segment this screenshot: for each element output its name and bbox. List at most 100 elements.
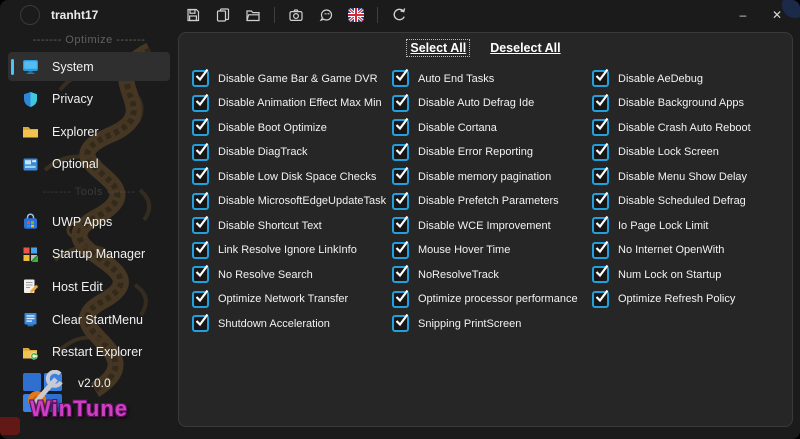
checkbox-checked[interactable] xyxy=(192,142,209,161)
minimize-button[interactable]: – xyxy=(726,2,760,28)
checkbox-checked[interactable] xyxy=(592,289,609,308)
checkbox-checked[interactable] xyxy=(192,264,209,283)
checkbox-checked[interactable] xyxy=(592,166,609,185)
checkbox-checked[interactable] xyxy=(192,117,209,136)
checkbox-checked[interactable] xyxy=(592,191,609,210)
tweak-checkbox-row[interactable]: Disable Background Apps xyxy=(592,93,792,112)
tweak-checkbox-row[interactable]: Optimize processor performance xyxy=(392,289,592,308)
sidebar-footer: v2.0.0 WinTune xyxy=(0,368,178,436)
sidebar-item-optional[interactable]: Optional xyxy=(8,150,170,180)
checkbox-checked[interactable] xyxy=(192,93,209,112)
sidebar-item-system[interactable]: System xyxy=(8,51,170,82)
checkbox-checked[interactable] xyxy=(192,191,209,210)
sidebar-item-clear-startmenu[interactable]: Clear StartMenu xyxy=(8,305,170,335)
checkbox-checked[interactable] xyxy=(592,68,609,87)
tweak-checkbox-row[interactable]: Disable MicrosoftEdgeUpdateTask xyxy=(192,191,392,210)
tweak-checkbox-row[interactable]: Io Page Lock Limit xyxy=(592,215,792,234)
tweak-checkbox-row[interactable]: Disable Game Bar & Game DVR xyxy=(192,68,392,87)
checkbox-checked[interactable] xyxy=(592,215,609,234)
checkbox-checked[interactable] xyxy=(392,240,409,259)
tweak-checkbox-row[interactable]: Disable Cortana xyxy=(392,117,592,136)
theme-button[interactable] xyxy=(313,3,339,27)
tweak-checkbox-row[interactable]: Optimize Refresh Policy xyxy=(592,289,792,308)
save-icon xyxy=(185,7,201,23)
tweak-checkbox-row[interactable]: Disable Error Reporting xyxy=(392,142,592,161)
version-label: v2.0.0 xyxy=(78,375,111,390)
tweak-checkbox-row[interactable]: Disable Prefetch Parameters xyxy=(392,191,592,210)
tweak-checkbox-row[interactable]: Link Resolve Ignore LinkInfo xyxy=(192,240,392,259)
avatar[interactable] xyxy=(20,5,40,25)
explorer-folder-icon xyxy=(22,123,39,140)
tweak-checkbox-row[interactable]: Disable Animation Effect Max Min xyxy=(192,93,392,112)
checkbox-checked[interactable] xyxy=(192,166,209,185)
close-button[interactable]: ✕ xyxy=(760,2,794,28)
checkbox-checked[interactable] xyxy=(392,166,409,185)
checkbox-checked[interactable] xyxy=(392,68,409,87)
checkbox-checked[interactable] xyxy=(392,215,409,234)
checkbox-checked[interactable] xyxy=(392,93,409,112)
tweak-checkbox-row[interactable]: Disable memory pagination xyxy=(392,166,592,185)
tweak-checkbox-row[interactable]: Disable Scheduled Defrag xyxy=(592,191,792,210)
open-folder-button[interactable] xyxy=(240,3,266,27)
refresh-button[interactable] xyxy=(386,3,412,27)
checkbox-checked[interactable] xyxy=(592,240,609,259)
tweak-checkbox-row[interactable]: Disable WCE Improvement xyxy=(392,215,592,234)
toolbar-separator xyxy=(377,7,378,23)
tweak-label: Num Lock on Startup xyxy=(618,268,722,281)
tweak-checkbox-row[interactable]: Disable Crash Auto Reboot xyxy=(592,117,792,136)
checkbox-checked[interactable] xyxy=(192,215,209,234)
tweak-checkbox-row[interactable]: Disable Shortcut Text xyxy=(192,215,392,234)
copy-icon xyxy=(215,7,231,23)
checkbox-checked[interactable] xyxy=(392,191,409,210)
tweak-checkbox-row[interactable]: Disable Auto Defrag Ide xyxy=(392,93,592,112)
tweak-checkbox-row[interactable]: Disable DiagTrack xyxy=(192,142,392,161)
tweak-checkbox-row[interactable]: Disable Lock Screen xyxy=(592,142,792,161)
tweak-checkbox-row[interactable]: Disable Menu Show Delay xyxy=(592,166,792,185)
tweak-checkbox-row[interactable]: Snipping PrintScreen xyxy=(392,313,592,332)
tweak-checkbox-row[interactable]: Disable AeDebug xyxy=(592,68,792,87)
tweak-checkbox-row[interactable]: Disable Boot Optimize xyxy=(192,117,392,136)
checkbox-checked[interactable] xyxy=(592,264,609,283)
checkbox-checked[interactable] xyxy=(392,264,409,283)
tweak-checkbox-row[interactable]: NoResolveTrack xyxy=(392,264,592,283)
tweak-label: Disable Background Apps xyxy=(618,97,744,109)
checkbox-checked[interactable] xyxy=(392,117,409,136)
sidebar-item-uwp-apps[interactable]: UWP Apps xyxy=(8,207,170,237)
tweak-checkbox-row[interactable]: Disable Low Disk Space Checks xyxy=(192,166,392,185)
tweak-checkbox-row[interactable]: Shutdown Acceleration xyxy=(192,313,392,332)
titlebar: tranht17 – ✕ xyxy=(0,0,800,30)
sidebar-item-explorer[interactable]: Explorer xyxy=(8,117,170,147)
checkbox-checked[interactable] xyxy=(192,313,209,332)
checkbox-checked[interactable] xyxy=(592,93,609,112)
checkbox-checked[interactable] xyxy=(192,289,209,308)
checkbox-checked[interactable] xyxy=(392,142,409,161)
tweak-checkbox-row[interactable]: Auto End Tasks xyxy=(392,68,592,87)
sidebar-item-host-edit[interactable]: Host Edit xyxy=(8,272,170,302)
refresh-icon xyxy=(391,7,407,23)
language-button[interactable] xyxy=(343,3,369,27)
sidebar-item-startup-manager[interactable]: Startup Manager xyxy=(8,240,170,270)
copy-button[interactable] xyxy=(210,3,236,27)
tweak-checkbox-row[interactable]: No Resolve Search xyxy=(192,264,392,283)
sidebar-item-privacy[interactable]: Privacy xyxy=(8,84,170,114)
user-profile[interactable]: tranht17 xyxy=(20,5,98,25)
screenshot-button[interactable] xyxy=(283,3,309,27)
checkbox-checked[interactable] xyxy=(192,240,209,259)
tweak-label: Disable Shortcut Text xyxy=(218,219,322,232)
checkbox-checked[interactable] xyxy=(392,289,409,308)
checkbox-checked[interactable] xyxy=(392,313,409,332)
tweak-checkbox-row[interactable]: Mouse Hover Time xyxy=(392,240,592,259)
select-all-button[interactable]: Select All xyxy=(406,39,471,57)
checkbox-checked[interactable] xyxy=(592,142,609,161)
checkbox-checked[interactable] xyxy=(592,117,609,136)
startmenu-list-icon xyxy=(22,311,39,328)
checkbox-checked[interactable] xyxy=(192,68,209,87)
save-button[interactable] xyxy=(180,3,206,27)
deselect-all-button[interactable]: Deselect All xyxy=(487,40,563,56)
tweak-checkbox-row[interactable]: Optimize Network Transfer xyxy=(192,289,392,308)
tweak-checkbox-row[interactable]: Num Lock on Startup xyxy=(592,264,792,283)
sidebar-item-restart-explorer[interactable]: Restart Explorer xyxy=(8,337,170,367)
sidebar-item-label: System xyxy=(52,59,94,74)
tweak-checkbox-row[interactable]: No Internet OpenWith xyxy=(592,240,792,259)
tweak-label: No Internet OpenWith xyxy=(618,244,725,256)
